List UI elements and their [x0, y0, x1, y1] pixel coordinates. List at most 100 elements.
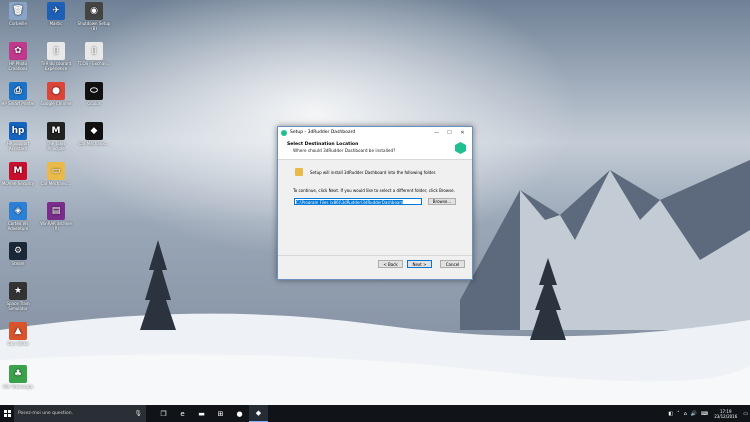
- desktop-icon-label: WinRAR archive (R): [40, 221, 72, 231]
- continue-text: To continue, click Next. If you would li…: [293, 188, 455, 193]
- desktop-icon[interactable]: hp HP Support Assistant: [0, 122, 36, 151]
- panda-app-icon: ◉: [85, 2, 103, 20]
- desktop-icon-label: Space Train Simulator: [6, 301, 30, 311]
- desktop-icon[interactable]: ◈ Cortex VR Adventure: [0, 202, 36, 231]
- desktop-icon-label: HP Smart Printer: [1, 101, 35, 106]
- desktop-icon[interactable]: M McAfee Security: [0, 162, 36, 186]
- window-title: Setup - 3dRudder Dashboard: [290, 130, 356, 135]
- desktop-icon-label: TCOS - Exchan...: [77, 61, 111, 66]
- wizard-header: Select Destination Location Where should…: [278, 138, 472, 160]
- desktop-icon-label: Cortex VR Adventure: [7, 221, 29, 231]
- clock-date: 23/12/2016: [714, 413, 738, 419]
- document-icon: ▯: [47, 42, 65, 60]
- cancel-button[interactable]: Cancel: [440, 260, 465, 268]
- desktop-icon[interactable]: ⚙ Steam: [0, 242, 36, 266]
- malwarebytes-icon: M: [47, 122, 65, 140]
- chrome-icon: ●: [47, 82, 65, 100]
- gun-strike-icon: ▲: [9, 322, 27, 340]
- next-button[interactable]: Next >: [407, 260, 432, 268]
- browse-button[interactable]: Browse...: [428, 198, 456, 205]
- desktop-icon[interactable]: M The Talos Principle: [38, 122, 74, 151]
- desktop-icon-label: HP Photo Creations: [8, 61, 28, 71]
- document-icon: ▯: [85, 42, 103, 60]
- 3drudder-app-icon: [281, 129, 287, 136]
- 3drudder-logo-icon: [455, 142, 466, 154]
- desktop-icon[interactable]: ● Google Chrome: [38, 82, 74, 106]
- file-explorer-icon[interactable]: ▬: [192, 405, 211, 422]
- hp-icon: hp: [9, 122, 27, 140]
- desktop-icon[interactable]: ◆ Car Mechanic...: [76, 122, 112, 146]
- desktop-icon[interactable]: 🗑 Corbeille: [0, 2, 36, 26]
- folder-icon: [295, 168, 303, 176]
- desktop-icon-label: Corbeille: [9, 21, 27, 26]
- winrar-icon: ▤: [47, 202, 65, 220]
- bird-app-icon: ✈: [47, 2, 65, 20]
- clock[interactable]: 17:19 23/12/2016: [714, 409, 737, 419]
- minimize-button[interactable]: —: [430, 130, 443, 136]
- desktop-icon-label: Mastic: [49, 21, 63, 26]
- desktop-icon[interactable]: ♣ Idle Townscape: [0, 365, 36, 389]
- game-icon: ★: [9, 282, 27, 300]
- wizard-body: Setup will install 3dRudder Dashboard in…: [278, 160, 472, 271]
- desktop-icon-label: Car Mechanic...: [78, 141, 110, 146]
- maximize-button[interactable]: ☐: [443, 130, 456, 136]
- game-icon-2: ♣: [9, 365, 27, 383]
- keyboard-icon[interactable]: ⌨: [701, 411, 708, 417]
- desktop-icon[interactable]: ✿ HP Photo Creations: [0, 42, 36, 71]
- back-button[interactable]: < Back: [378, 260, 403, 268]
- 3drudder-setup-icon[interactable]: ◆: [249, 405, 268, 422]
- desktop-icon-label: Car Mechanic...: [40, 181, 72, 186]
- desktop-icon[interactable]: ⬭ Oculus: [76, 82, 112, 106]
- desktop-icon-label: Tiré du courant Expérience: [40, 61, 72, 71]
- wizard-footer: < Back Next > Cancel: [278, 255, 472, 271]
- steam-icon: ⚙: [9, 242, 27, 260]
- task-view-icon[interactable]: ❐: [154, 405, 173, 422]
- desktop-icon[interactable]: ▲ Gun Strike: [0, 322, 36, 346]
- desktop-icon-label: The Talos Principle: [46, 141, 66, 151]
- windows-logo-icon: [3, 410, 11, 417]
- desktop-icon[interactable]: ▤ WinRAR archive (R): [38, 202, 74, 231]
- desktop-icon[interactable]: ◉ Shutdown Setup (B): [76, 2, 112, 31]
- oculus-icon: ⬭: [85, 82, 103, 100]
- cortana-search-box[interactable]: Posez-moi une question. 🎙: [14, 405, 146, 422]
- desktop-icon-label: HP Support Assistant: [6, 141, 30, 151]
- install-text: Setup will install 3dRudder Dashboard in…: [310, 170, 437, 175]
- header-subtitle: Where should 3dRudder Dashboard be insta…: [293, 148, 396, 153]
- store-icon[interactable]: ⊞: [211, 405, 230, 422]
- system-tray: ◧ ˄ ⌂ 🔊 ⌨ 17:19 23/12/2016 ▭: [666, 405, 750, 422]
- recycle-bin-icon: 🗑: [9, 2, 27, 20]
- setup-window: Setup - 3dRudder Dashboard — ☐ ✕ Select …: [277, 126, 473, 280]
- desktop-icon-label: Idle Townscape: [2, 384, 34, 389]
- action-center-icon[interactable]: ▭: [743, 411, 748, 417]
- desktop-icon[interactable]: ▯ Tiré du courant Expérience: [38, 42, 74, 71]
- network-icon[interactable]: ⌂: [684, 411, 687, 417]
- taskbar: Posez-moi une question. 🎙 ❐ e ▬ ⊞ ● ◆ ◧ ˄ ⌂ 🔊…: [0, 405, 750, 422]
- desktop-icon[interactable]: ▭ Car Mechanic...: [38, 162, 74, 186]
- desktop-icon-label: Google Chrome: [40, 101, 72, 106]
- desktop-icon[interactable]: ★ Space Train Simulator: [0, 282, 36, 311]
- desktop-icon[interactable]: ✈ Mastic: [38, 2, 74, 26]
- microphone-icon[interactable]: 🎙: [134, 410, 142, 417]
- unity-icon: ◆: [85, 122, 103, 140]
- edge-icon[interactable]: e: [173, 405, 192, 422]
- header-title: Select Destination Location: [287, 142, 359, 147]
- desktop-icon-label: McAfee Security: [1, 181, 35, 186]
- mcafee-icon: M: [9, 162, 27, 180]
- desktop-icon[interactable]: ⎙ HP Smart Printer: [0, 82, 36, 106]
- desktop-icon-label: Shutdown Setup (B): [77, 21, 111, 31]
- search-placeholder: Posez-moi une question.: [18, 411, 73, 416]
- desktop-icon-label: Gun Strike: [7, 341, 29, 346]
- close-button[interactable]: ✕: [456, 130, 469, 136]
- notification-app-icon[interactable]: ◧: [668, 411, 673, 417]
- pinned-apps: ❐ e ▬ ⊞ ● ◆: [154, 405, 268, 422]
- chrome-icon[interactable]: ●: [230, 405, 249, 422]
- folder-icon: ▭: [47, 162, 65, 180]
- path-value: C:\Program Files (x86)\3dRudder\3dRudder…: [296, 200, 404, 205]
- start-button[interactable]: [0, 405, 14, 422]
- vr-app-icon: ◈: [9, 202, 27, 220]
- chevron-up-icon[interactable]: ˄: [677, 411, 680, 417]
- title-bar[interactable]: Setup - 3dRudder Dashboard — ☐ ✕: [278, 127, 472, 138]
- volume-icon[interactable]: 🔊: [691, 411, 697, 417]
- destination-path-input[interactable]: C:\Program Files (x86)\3dRudder\3dRudder…: [294, 198, 422, 205]
- desktop-icon[interactable]: ▯ TCOS - Exchan...: [76, 42, 112, 66]
